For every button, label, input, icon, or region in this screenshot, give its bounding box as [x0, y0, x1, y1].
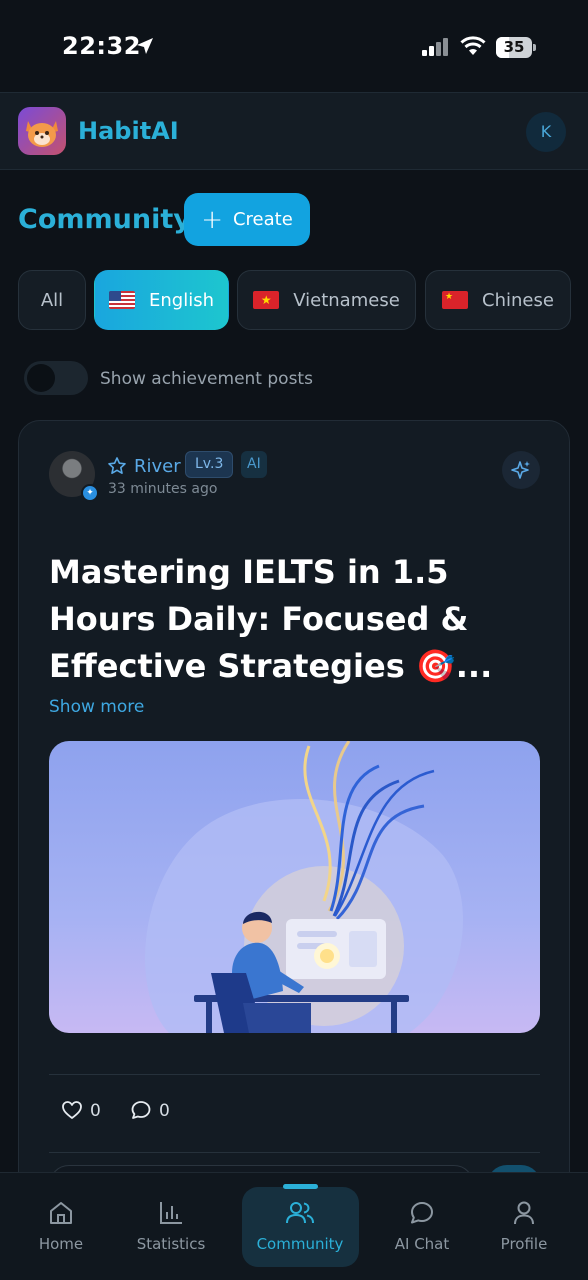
level-badge: Lv.3 [185, 451, 234, 478]
app-title: HabitAI [78, 117, 179, 145]
filter-chip-label: English [149, 289, 214, 311]
filter-chip-english[interactable]: English [94, 270, 229, 330]
nav-item-community[interactable]: Community [245, 1173, 355, 1280]
fox-logo-icon [18, 107, 66, 155]
vn-flag-icon: ★ [253, 291, 280, 309]
nav-item-profile[interactable]: Profile [469, 1173, 579, 1280]
divider [49, 1074, 540, 1075]
chat-bubble-icon [411, 1202, 433, 1224]
toggle-label: Show achievement posts [100, 369, 313, 389]
bar-chart-icon [160, 1202, 182, 1224]
nav-item-statistics[interactable]: Statistics [116, 1173, 226, 1280]
post-timestamp: 33 minutes ago [108, 481, 218, 497]
nav-label: Community [256, 1235, 344, 1253]
ai-badge: AI [241, 451, 267, 478]
star-icon [108, 457, 126, 474]
post-title[interactable]: Mastering IELTS in 1.5 Hours Daily: Focu… [49, 549, 529, 690]
comment-count: 0 [159, 1101, 170, 1121]
post-image[interactable] [49, 741, 540, 1033]
app-header: HabitAI K [0, 92, 588, 170]
sparkle-icon [511, 461, 530, 479]
nav-label: Statistics [136, 1235, 206, 1253]
wifi-icon [460, 36, 486, 55]
show-more-link[interactable]: Show more [49, 697, 144, 717]
like-count: 0 [90, 1101, 101, 1121]
filter-chip-chinese[interactable]: ★ Chinese [425, 270, 571, 330]
heart-icon[interactable] [61, 1099, 83, 1121]
plus-icon: + [201, 204, 223, 235]
toggle-knob [27, 364, 55, 392]
users-icon [286, 1202, 314, 1224]
create-post-button[interactable]: + Create [184, 193, 310, 246]
location-arrow-icon [137, 38, 153, 54]
us-flag-icon [109, 291, 135, 309]
user-icon [514, 1201, 534, 1225]
status-bar: 22:32 35 [0, 0, 588, 92]
filter-chip-all[interactable]: All [18, 270, 86, 330]
verified-badge-icon: ✦ [81, 484, 99, 502]
author-name[interactable]: River [134, 456, 181, 477]
filter-chip-vietnamese[interactable]: ★ Vietnamese [237, 270, 416, 330]
nav-label: Home [38, 1235, 84, 1253]
ai-sparkle-button[interactable] [502, 451, 540, 489]
filter-chip-label: Vietnamese [293, 289, 400, 311]
filter-chip-label: Chinese [482, 289, 554, 311]
battery-indicator: 35 [496, 37, 536, 58]
user-avatar[interactable]: K [526, 112, 566, 152]
comment-icon[interactable] [130, 1099, 152, 1121]
nav-label: Profile [500, 1235, 548, 1253]
filter-chip-label: All [40, 289, 64, 311]
cellular-signal-icon [422, 38, 448, 56]
achievement-posts-toggle[interactable] [24, 361, 88, 395]
cn-flag-icon: ★ [442, 291, 469, 309]
nav-label: AI Chat [394, 1235, 450, 1253]
page-title: Community [18, 204, 191, 235]
post-card[interactable]: ✦ River Lv.3 AI 33 minutes ago Mastering… [18, 420, 570, 1220]
divider [49, 1152, 540, 1153]
bottom-nav: Home Statistics Community AI Chat Profil… [0, 1172, 588, 1280]
battery-level: 35 [503, 38, 525, 56]
status-time: 22:32 [62, 32, 141, 60]
home-icon [50, 1202, 72, 1224]
nav-item-home[interactable]: Home [6, 1173, 116, 1280]
create-button-label: Create [232, 209, 293, 230]
nav-item-ai-chat[interactable]: AI Chat [367, 1173, 477, 1280]
